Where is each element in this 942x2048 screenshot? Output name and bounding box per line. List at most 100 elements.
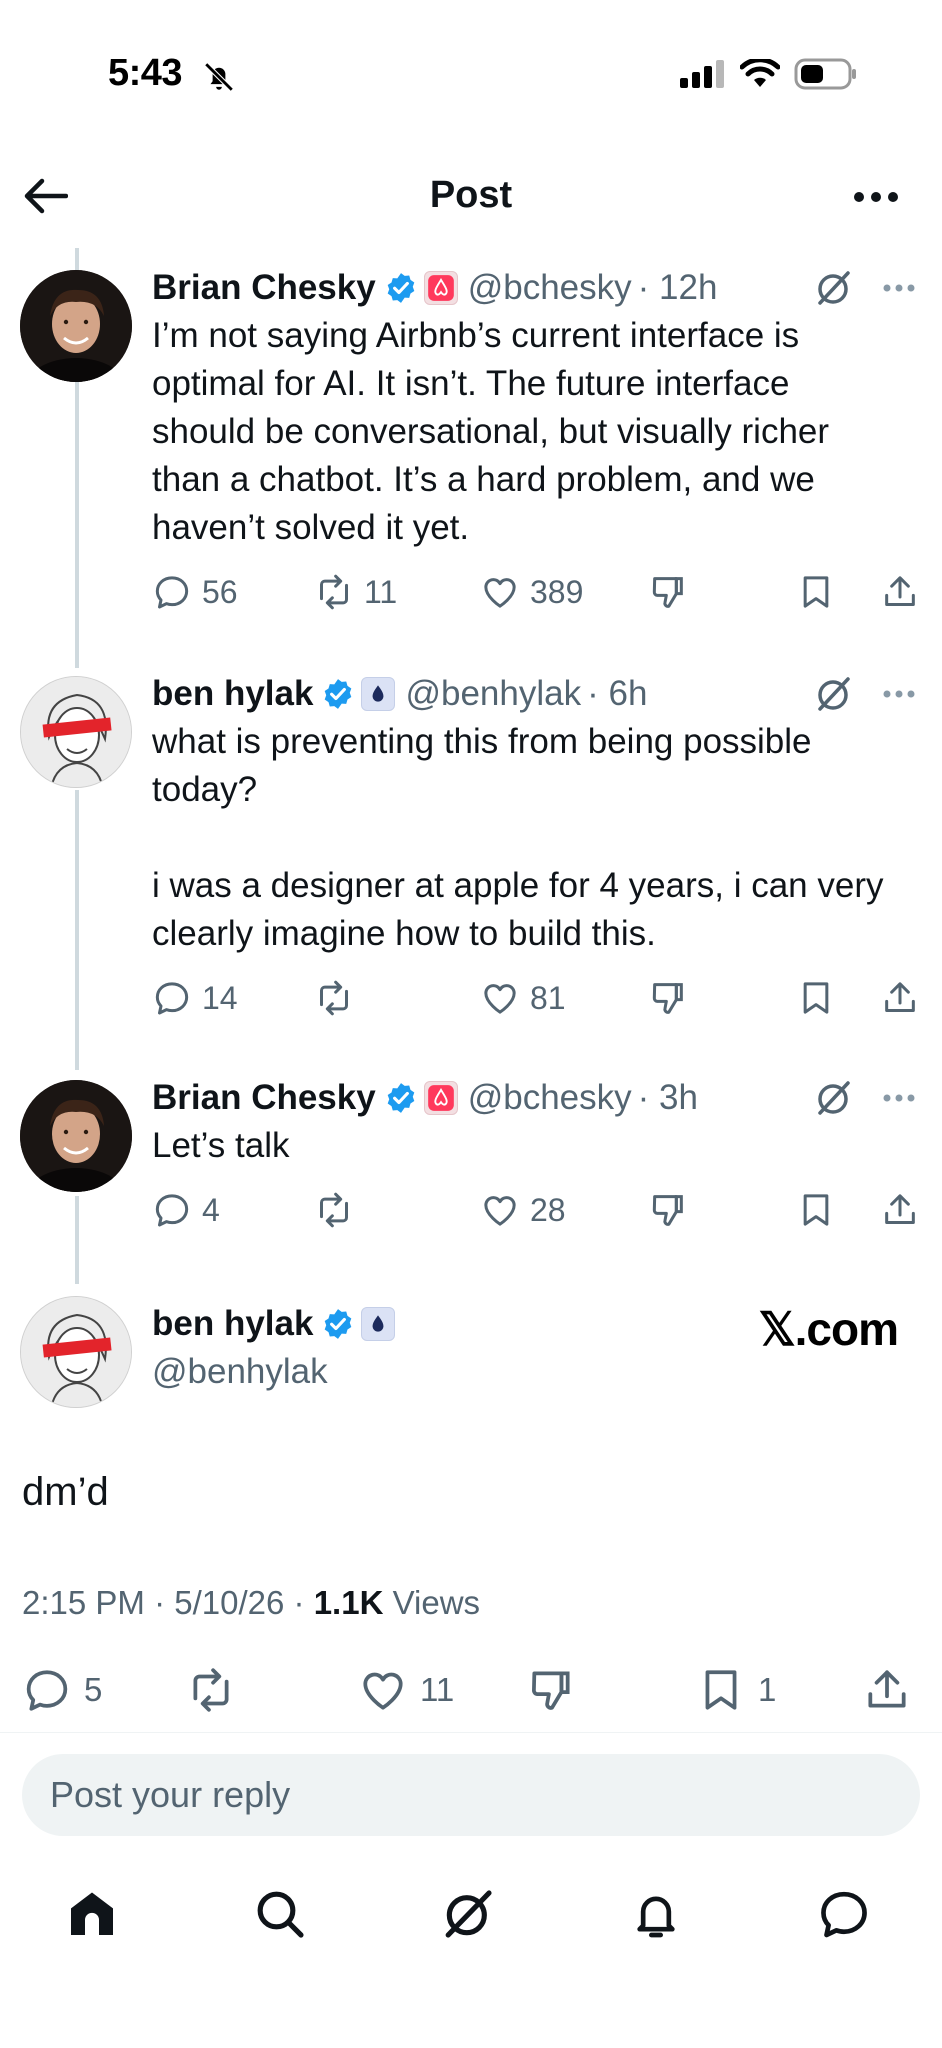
airbnb-affiliate-icon[interactable] <box>423 271 458 305</box>
detail-actions: 5 11 1 <box>0 1662 942 1718</box>
reply-count: 56 <box>202 573 238 610</box>
status-indicators <box>680 58 858 90</box>
post-text: I’m not saying Airbnb’s current interfac… <box>152 316 839 547</box>
page-title: Post <box>429 174 513 216</box>
bookmark-button[interactable] <box>796 1188 836 1232</box>
grok-icon[interactable] <box>440 1886 496 1942</box>
grok-icon[interactable] <box>814 1078 854 1118</box>
bookmark-button[interactable]: 1 <box>696 1662 776 1718</box>
messages-icon[interactable] <box>816 1886 872 1942</box>
author-handle[interactable]: @benhylak <box>405 674 581 714</box>
dislike-button[interactable] <box>526 1662 576 1718</box>
more-icon[interactable] <box>882 1092 916 1104</box>
share-button[interactable] <box>862 1662 912 1718</box>
dislike-icon <box>652 577 683 608</box>
reply-button[interactable]: 4 <box>152 1188 220 1232</box>
company-affiliate-icon[interactable] <box>361 1307 396 1341</box>
share-button[interactable] <box>880 976 920 1020</box>
thread-post[interactable]: Brian Chesky @bchesky · 3h Let’s talk 4 … <box>0 1074 942 1254</box>
reply-button[interactable]: 5 <box>22 1662 102 1718</box>
dislike-icon <box>652 1195 683 1226</box>
author-handle[interactable]: @bchesky <box>468 1078 632 1118</box>
reply-button[interactable]: 14 <box>152 976 238 1020</box>
repost-button[interactable] <box>186 1662 248 1718</box>
share-icon <box>885 1194 915 1224</box>
avatar[interactable] <box>20 676 132 788</box>
dislike-button[interactable] <box>648 1188 688 1232</box>
reply-icon <box>155 982 189 1015</box>
like-button[interactable]: 81 <box>480 976 566 1020</box>
dislike-button[interactable] <box>648 976 688 1020</box>
verified-badge-icon <box>325 1309 352 1339</box>
author-name[interactable]: Brian Chesky <box>152 1078 376 1118</box>
dislike-icon <box>532 1671 570 1710</box>
reply-count: 4 <box>202 1191 220 1228</box>
more-icon[interactable] <box>882 282 916 294</box>
author-name[interactable]: ben hylak <box>152 674 313 714</box>
like-button[interactable]: 28 <box>480 1188 566 1232</box>
reply-input[interactable]: Post your reply <box>22 1754 920 1836</box>
verified-badge-icon <box>325 679 352 709</box>
dislike-button[interactable] <box>648 570 688 614</box>
home-icon[interactable] <box>64 1886 120 1942</box>
search-icon[interactable] <box>252 1886 308 1942</box>
verified-badge-icon <box>387 273 415 303</box>
post-date: 5/10/26 <box>174 1584 285 1621</box>
reply-button[interactable]: 56 <box>152 570 238 614</box>
share-button[interactable] <box>880 570 920 614</box>
like-button[interactable]: 11 <box>358 1662 454 1718</box>
post-text: what is preventing this from being possi… <box>152 722 884 953</box>
avatar[interactable] <box>20 1296 132 1408</box>
thread-post[interactable]: Brian Chesky @bchesky · 12h I’m not sayi… <box>0 264 942 624</box>
avatar[interactable] <box>20 270 132 382</box>
repost-button[interactable] <box>314 1188 364 1232</box>
post-text: dm’d <box>22 1470 109 1514</box>
company-affiliate-icon[interactable] <box>361 677 396 711</box>
share-icon <box>868 1670 906 1708</box>
like-count: 81 <box>530 979 566 1016</box>
author-handle[interactable]: @bchesky <box>468 268 632 308</box>
view-count: 1.1K <box>313 1584 384 1621</box>
xcom-watermark: 𝕏.com <box>758 1303 899 1355</box>
grok-icon[interactable] <box>814 268 854 308</box>
post-actions: 4 28 <box>152 1188 922 1232</box>
repost-button[interactable]: 11 <box>314 570 397 614</box>
post-time: · 6h <box>587 674 648 713</box>
notifications-icon[interactable] <box>628 1886 684 1942</box>
post-actions: 14 81 <box>152 976 922 1020</box>
more-options-icon[interactable] <box>852 190 900 204</box>
author-name[interactable]: ben hylak <box>152 1304 313 1344</box>
reply-count: 5 <box>84 1671 103 1708</box>
reply-placeholder: Post your reply <box>50 1774 291 1815</box>
post-actions: 56 11 389 <box>152 570 922 614</box>
post-meta: 2:15 PM · 5/10/26 · 1.1K Views <box>22 1584 481 1621</box>
like-icon <box>363 1672 403 1710</box>
more-icon[interactable] <box>882 688 916 700</box>
bookmark-button[interactable] <box>796 570 836 614</box>
post-time: 2:15 PM <box>22 1584 145 1621</box>
airbnb-affiliate-icon[interactable] <box>423 1081 458 1115</box>
dislike-icon <box>652 983 683 1014</box>
divider <box>0 1732 942 1733</box>
detail-author-row: ben hylak <box>152 1304 396 1344</box>
like-button[interactable]: 389 <box>480 570 583 614</box>
like-count: 389 <box>530 573 584 610</box>
author-handle[interactable]: @benhylak <box>152 1352 328 1392</box>
repost-icon <box>320 1192 348 1228</box>
avatar[interactable] <box>20 1080 132 1192</box>
author-name[interactable]: Brian Chesky <box>152 268 376 308</box>
thread-post[interactable]: ben hylak @benhylak · 6h what is prevent… <box>0 670 942 1030</box>
cellular-signal-icon <box>680 60 724 88</box>
status-time: 5:43 <box>108 52 183 94</box>
bookmark-icon <box>803 982 829 1014</box>
grok-icon[interactable] <box>814 674 854 714</box>
repost-button[interactable] <box>314 976 364 1020</box>
reply-icon <box>155 1194 189 1227</box>
reply-icon <box>155 576 189 609</box>
bookmark-icon <box>803 576 829 608</box>
repost-icon <box>320 574 348 610</box>
share-button[interactable] <box>880 1188 920 1232</box>
like-count: 11 <box>420 1671 455 1708</box>
wifi-icon <box>740 59 780 87</box>
bookmark-button[interactable] <box>796 976 836 1020</box>
